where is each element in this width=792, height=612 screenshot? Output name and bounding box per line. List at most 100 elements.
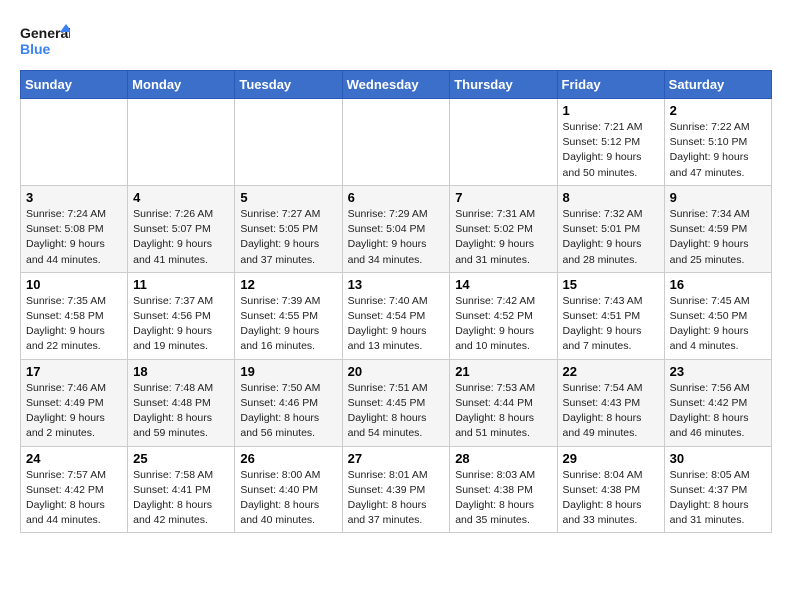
weekday-header-row: SundayMondayTuesdayWednesdayThursdayFrid… — [21, 71, 772, 99]
weekday-sunday: Sunday — [21, 71, 128, 99]
calendar-cell: 1 Sunrise: 7:21 AM Sunset: 5:12 PM Daylig… — [557, 99, 664, 186]
week-row-5: 24 Sunrise: 7:57 AM Sunset: 4:42 PM Dayli… — [21, 446, 772, 533]
day-number: 19 — [240, 364, 336, 379]
day-info: Sunrise: 7:54 AM Sunset: 4:43 PM Dayligh… — [563, 381, 659, 442]
weekday-thursday: Thursday — [450, 71, 557, 99]
calendar-cell: 22 Sunrise: 7:54 AM Sunset: 4:43 PM Dayli… — [557, 359, 664, 446]
day-info: Sunrise: 7:56 AM Sunset: 4:42 PM Dayligh… — [670, 381, 766, 442]
day-number: 28 — [455, 451, 551, 466]
day-number: 13 — [348, 277, 445, 292]
calendar-cell: 30 Sunrise: 8:05 AM Sunset: 4:37 PM Dayli… — [664, 446, 771, 533]
calendar-cell: 29Sunrise: 8:04 AM Sunset: 4:38 PM Dayli… — [557, 446, 664, 533]
day-number: 2 — [670, 103, 766, 118]
weekday-friday: Friday — [557, 71, 664, 99]
day-info: Sunrise: 7:22 AM Sunset: 5:10 PM Dayligh… — [670, 120, 766, 181]
calendar-cell: 25Sunrise: 7:58 AM Sunset: 4:41 PM Dayli… — [128, 446, 235, 533]
calendar-cell: 17Sunrise: 7:46 AM Sunset: 4:49 PM Dayli… — [21, 359, 128, 446]
day-info: Sunrise: 7:45 AM Sunset: 4:50 PM Dayligh… — [670, 294, 766, 355]
day-number: 26 — [240, 451, 336, 466]
calendar-cell: 11 Sunrise: 7:37 AM Sunset: 4:56 PM Dayli… — [128, 272, 235, 359]
day-info: Sunrise: 7:26 AM Sunset: 5:07 PM Dayligh… — [133, 207, 229, 268]
day-info: Sunrise: 8:03 AM Sunset: 4:38 PM Dayligh… — [455, 468, 551, 529]
calendar-cell: 13 Sunrise: 7:40 AM Sunset: 4:54 PM Dayli… — [342, 272, 450, 359]
day-number: 7 — [455, 190, 551, 205]
calendar-cell: 19 Sunrise: 7:50 AM Sunset: 4:46 PM Dayli… — [235, 359, 342, 446]
day-number: 24 — [26, 451, 122, 466]
calendar-cell: 3 Sunrise: 7:24 AM Sunset: 5:08 PM Daylig… — [21, 185, 128, 272]
day-number: 14 — [455, 277, 551, 292]
calendar-cell: 20 Sunrise: 7:51 AM Sunset: 4:45 PM Dayli… — [342, 359, 450, 446]
day-info: Sunrise: 7:50 AM Sunset: 4:46 PM Dayligh… — [240, 381, 336, 442]
day-number: 6 — [348, 190, 445, 205]
day-info: Sunrise: 7:40 AM Sunset: 4:54 PM Dayligh… — [348, 294, 445, 355]
day-number: 12 — [240, 277, 336, 292]
calendar-cell: 21Sunrise: 7:53 AM Sunset: 4:44 PM Dayli… — [450, 359, 557, 446]
day-number: 1 — [563, 103, 659, 118]
calendar-cell: 12 Sunrise: 7:39 AM Sunset: 4:55 PM Dayli… — [235, 272, 342, 359]
svg-text:Blue: Blue — [20, 41, 51, 57]
calendar-cell: 18 Sunrise: 7:48 AM Sunset: 4:48 PM Dayli… — [128, 359, 235, 446]
calendar-cell: 2 Sunrise: 7:22 AM Sunset: 5:10 PM Daylig… — [664, 99, 771, 186]
week-row-2: 3 Sunrise: 7:24 AM Sunset: 5:08 PM Daylig… — [21, 185, 772, 272]
calendar-table: SundayMondayTuesdayWednesdayThursdayFrid… — [20, 70, 772, 533]
logo-svg: General Blue — [20, 20, 70, 60]
day-info: Sunrise: 8:04 AM Sunset: 4:38 PM Dayligh… — [563, 468, 659, 529]
day-info: Sunrise: 7:39 AM Sunset: 4:55 PM Dayligh… — [240, 294, 336, 355]
calendar-cell — [235, 99, 342, 186]
calendar-cell: 6 Sunrise: 7:29 AM Sunset: 5:04 PM Daylig… — [342, 185, 450, 272]
day-info: Sunrise: 8:01 AM Sunset: 4:39 PM Dayligh… — [348, 468, 445, 529]
day-number: 27 — [348, 451, 445, 466]
day-number: 20 — [348, 364, 445, 379]
calendar-cell: 9 Sunrise: 7:34 AM Sunset: 4:59 PM Daylig… — [664, 185, 771, 272]
day-number: 10 — [26, 277, 122, 292]
day-info: Sunrise: 7:34 AM Sunset: 4:59 PM Dayligh… — [670, 207, 766, 268]
day-info: Sunrise: 7:57 AM Sunset: 4:42 PM Dayligh… — [26, 468, 122, 529]
day-number: 3 — [26, 190, 122, 205]
calendar-cell: 10 Sunrise: 7:35 AM Sunset: 4:58 PM Dayli… — [21, 272, 128, 359]
week-row-1: 1 Sunrise: 7:21 AM Sunset: 5:12 PM Daylig… — [21, 99, 772, 186]
day-number: 15 — [563, 277, 659, 292]
day-number: 9 — [670, 190, 766, 205]
calendar-cell — [128, 99, 235, 186]
calendar-cell: 4Sunrise: 7:26 AM Sunset: 5:07 PM Daylig… — [128, 185, 235, 272]
weekday-monday: Monday — [128, 71, 235, 99]
day-info: Sunrise: 7:42 AM Sunset: 4:52 PM Dayligh… — [455, 294, 551, 355]
day-number: 22 — [563, 364, 659, 379]
weekday-tuesday: Tuesday — [235, 71, 342, 99]
page-header: General Blue — [20, 20, 772, 60]
weekday-wednesday: Wednesday — [342, 71, 450, 99]
day-info: Sunrise: 7:46 AM Sunset: 4:49 PM Dayligh… — [26, 381, 122, 442]
calendar-cell: 28 Sunrise: 8:03 AM Sunset: 4:38 PM Dayli… — [450, 446, 557, 533]
day-number: 8 — [563, 190, 659, 205]
calendar-cell: 24 Sunrise: 7:57 AM Sunset: 4:42 PM Dayli… — [21, 446, 128, 533]
day-info: Sunrise: 7:53 AM Sunset: 4:44 PM Dayligh… — [455, 381, 551, 442]
calendar-cell: 14 Sunrise: 7:42 AM Sunset: 4:52 PM Dayli… — [450, 272, 557, 359]
calendar-cell: 27 Sunrise: 8:01 AM Sunset: 4:39 PM Dayli… — [342, 446, 450, 533]
day-info: Sunrise: 7:37 AM Sunset: 4:56 PM Dayligh… — [133, 294, 229, 355]
day-info: Sunrise: 7:24 AM Sunset: 5:08 PM Dayligh… — [26, 207, 122, 268]
day-info: Sunrise: 7:29 AM Sunset: 5:04 PM Dayligh… — [348, 207, 445, 268]
day-info: Sunrise: 7:32 AM Sunset: 5:01 PM Dayligh… — [563, 207, 659, 268]
calendar-cell: 26Sunrise: 8:00 AM Sunset: 4:40 PM Dayli… — [235, 446, 342, 533]
day-info: Sunrise: 8:05 AM Sunset: 4:37 PM Dayligh… — [670, 468, 766, 529]
day-info: Sunrise: 7:21 AM Sunset: 5:12 PM Dayligh… — [563, 120, 659, 181]
day-number: 18 — [133, 364, 229, 379]
day-number: 23 — [670, 364, 766, 379]
day-info: Sunrise: 7:35 AM Sunset: 4:58 PM Dayligh… — [26, 294, 122, 355]
day-number: 11 — [133, 277, 229, 292]
day-number: 30 — [670, 451, 766, 466]
calendar-cell: 15Sunrise: 7:43 AM Sunset: 4:51 PM Dayli… — [557, 272, 664, 359]
day-info: Sunrise: 7:48 AM Sunset: 4:48 PM Dayligh… — [133, 381, 229, 442]
calendar-cell — [21, 99, 128, 186]
logo: General Blue — [20, 20, 70, 60]
day-info: Sunrise: 7:58 AM Sunset: 4:41 PM Dayligh… — [133, 468, 229, 529]
weekday-saturday: Saturday — [664, 71, 771, 99]
calendar-cell: 5Sunrise: 7:27 AM Sunset: 5:05 PM Daylig… — [235, 185, 342, 272]
calendar-cell: 7Sunrise: 7:31 AM Sunset: 5:02 PM Daylig… — [450, 185, 557, 272]
day-info: Sunrise: 7:51 AM Sunset: 4:45 PM Dayligh… — [348, 381, 445, 442]
day-number: 5 — [240, 190, 336, 205]
calendar-cell — [342, 99, 450, 186]
week-row-4: 17Sunrise: 7:46 AM Sunset: 4:49 PM Dayli… — [21, 359, 772, 446]
calendar-cell: 8 Sunrise: 7:32 AM Sunset: 5:01 PM Daylig… — [557, 185, 664, 272]
calendar-cell: 16Sunrise: 7:45 AM Sunset: 4:50 PM Dayli… — [664, 272, 771, 359]
